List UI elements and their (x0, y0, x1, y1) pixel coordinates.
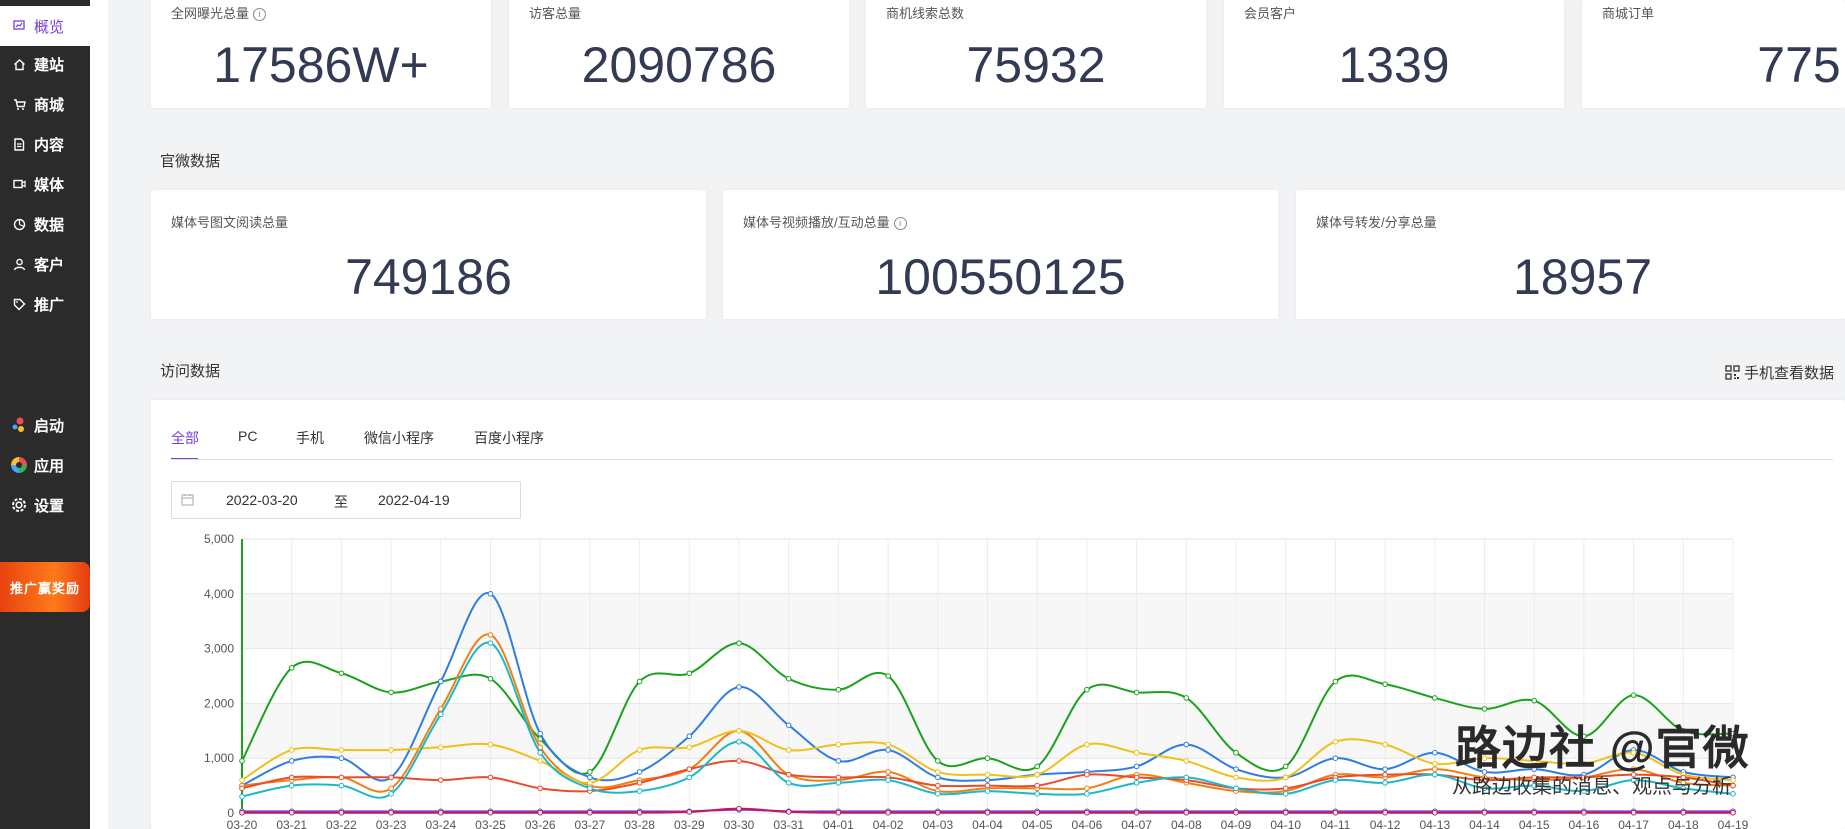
stat-card-exposure: 全网曝光总量 i 17586W+ (151, 0, 491, 108)
document-icon (4, 137, 34, 151)
stat-card-reads: 媒体号图文阅读总量 749186 (151, 190, 706, 319)
overview-icon (4, 20, 34, 32)
settings-icon (4, 496, 34, 514)
stat-value: 75932 (966, 37, 1106, 93)
sidebar-item-media[interactable]: 媒体 (0, 164, 90, 204)
launch-icon (4, 416, 34, 434)
video-icon (4, 178, 34, 190)
stat-card-video: 媒体号视频播放/互动总量 i 100550125 (723, 190, 1278, 319)
stat-label: 会员客户 (1244, 6, 1297, 21)
stat-value: 2090786 (581, 37, 777, 93)
date-end[interactable]: 2022-04-19 (378, 492, 450, 508)
promo-label: 推广赢奖励 (9, 580, 80, 596)
sidebar: 概览 建站 商城 内容 媒体 数据 客户 推广 启动 应用 设置 推广赢奖励 (0, 0, 90, 829)
qr-code-icon (1725, 365, 1740, 380)
sidebar-item-label: 内容 (34, 136, 65, 154)
sidebar-item-apps[interactable]: 应用 (0, 445, 90, 485)
mobile-view-label: 手机查看数据 (1744, 365, 1835, 382)
sidebar-item-site[interactable]: 建站 (0, 44, 90, 84)
user-icon (4, 258, 34, 271)
promo-banner[interactable]: 推广赢奖励 (0, 562, 90, 612)
date-separator: 至 (334, 494, 348, 510)
sidebar-item-customer[interactable]: 客户 (0, 244, 90, 284)
stat-label: 访客总量 (529, 6, 582, 21)
sidebar-item-label: 设置 (34, 497, 65, 515)
tab-wechat-miniprogram[interactable]: 微信小程序 (364, 428, 434, 448)
stat-value: 18957 (1512, 249, 1653, 305)
tabs-underline (171, 459, 1833, 460)
stat-value: 749186 (345, 249, 512, 305)
sidebar-item-overview[interactable]: 概览 (0, 6, 90, 46)
tag-icon (4, 298, 34, 311)
sidebar-item-label: 客户 (34, 256, 65, 274)
stat-label: 媒体号图文阅读总量 (171, 215, 289, 230)
sidebar-item-label: 数据 (34, 216, 65, 234)
stat-card-visitors: 访客总量 2090786 (509, 0, 849, 108)
tab-all[interactable]: 全部 (171, 428, 199, 448)
sidebar-item-mall[interactable]: 商城 (0, 84, 90, 124)
stat-card-leads: 商机线索总数 75932 (866, 0, 1206, 108)
info-icon[interactable]: i (893, 217, 907, 230)
sidebar-item-label: 启动 (34, 417, 65, 435)
watermark-title: 路边社 @官微 (1455, 722, 1750, 774)
calendar-icon (181, 494, 194, 506)
section-title-visits: 访问数据 (160, 363, 221, 380)
sidebar-item-label: 建站 (34, 56, 65, 74)
tab-pc[interactable]: PC (238, 428, 257, 444)
apps-icon (4, 456, 34, 474)
sidebar-item-label: 推广 (34, 296, 65, 314)
stat-label: 媒体号视频播放/互动总量 i (743, 212, 907, 231)
sidebar-item-settings[interactable]: 设置 (0, 485, 90, 525)
stat-card-orders: 商城订单 775 (1582, 0, 1845, 108)
sidebar-item-label: 商城 (34, 96, 65, 114)
sidebar-item-data[interactable]: 数据 (0, 204, 90, 244)
sidebar-gutter (90, 0, 108, 829)
sidebar-item-label: 概览 (34, 18, 65, 36)
stat-label: 商城订单 (1602, 6, 1655, 21)
watermark-subtitle: 从路边收集的消息、观点与分析 (1452, 776, 1732, 798)
stat-card-members: 会员客户 1339 (1224, 0, 1564, 108)
date-start[interactable]: 2022-03-20 (226, 492, 298, 508)
sidebar-item-launch[interactable]: 启动 (0, 405, 90, 445)
date-range-picker[interactable]: 2022-03-20 至 2022-04-19 (171, 481, 521, 519)
stat-value: 775 (1757, 37, 1841, 93)
stat-value: 17586W+ (213, 37, 429, 93)
mobile-view-link[interactable]: 手机查看数据 (1725, 362, 1834, 383)
stat-card-shares: 媒体号转发/分享总量 18957 (1296, 190, 1845, 319)
sidebar-item-content[interactable]: 内容 (0, 124, 90, 164)
section-title-official: 官微数据 (160, 153, 221, 170)
stat-label: 全网曝光总量 i (171, 3, 267, 22)
info-icon[interactable]: i (253, 8, 267, 21)
sidebar-item-promotion[interactable]: 推广 (0, 284, 90, 324)
stat-value: 1339 (1338, 37, 1450, 93)
stat-value: 100550125 (875, 249, 1126, 305)
stat-label: 媒体号转发/分享总量 (1316, 215, 1437, 230)
cart-icon (4, 98, 34, 111)
sidebar-item-label: 应用 (34, 457, 65, 475)
home-icon (4, 58, 34, 71)
tab-baidu-miniprogram[interactable]: 百度小程序 (474, 428, 544, 448)
pie-chart-icon (4, 218, 34, 231)
stat-label: 商机线索总数 (886, 6, 965, 21)
tab-mobile[interactable]: 手机 (296, 428, 324, 448)
sidebar-item-label: 媒体 (34, 176, 65, 194)
